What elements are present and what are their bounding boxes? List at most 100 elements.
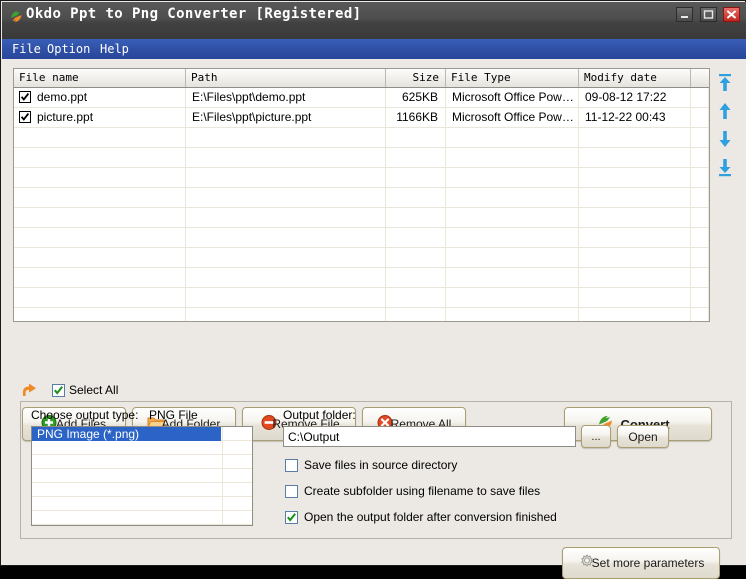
open-folder-after-checkbox[interactable] — [285, 511, 298, 524]
cell-empty — [579, 188, 691, 207]
table-row-empty[interactable] — [14, 308, 709, 321]
output-folder-input[interactable] — [283, 426, 576, 447]
output-type-option-empty[interactable] — [32, 511, 252, 525]
cell-file-type: Microsoft Office PowerP... — [446, 88, 579, 107]
cell-empty — [386, 268, 446, 287]
table-row[interactable]: picture.ppt E:\Files\ppt\picture.ppt 1166K… — [14, 108, 709, 128]
table-row-empty[interactable] — [14, 288, 709, 308]
cell-empty — [579, 228, 691, 247]
cell-file-type: Microsoft Office PowerP... — [446, 108, 579, 127]
cell-empty — [691, 268, 709, 287]
cell-empty — [186, 268, 386, 287]
cell-empty — [579, 128, 691, 147]
cell-empty — [14, 188, 186, 207]
cell-file-name: picture.ppt — [14, 108, 186, 127]
cell-empty — [579, 208, 691, 227]
cell-file-name: demo.ppt — [14, 88, 186, 107]
cell-empty — [579, 168, 691, 187]
column-header-extra[interactable] — [691, 69, 709, 87]
output-type-option-empty[interactable] — [32, 483, 252, 497]
table-row-empty[interactable] — [14, 188, 709, 208]
cell-empty — [186, 188, 386, 207]
client-area: File name Path Size File Type Modify dat… — [2, 59, 746, 579]
cell-empty — [386, 248, 446, 267]
menu-item-file[interactable]: File — [9, 42, 44, 56]
table-row-empty[interactable] — [14, 268, 709, 288]
move-down-icon[interactable] — [714, 128, 736, 150]
cell-empty — [386, 208, 446, 227]
cell-empty — [446, 268, 579, 287]
cell-empty — [691, 188, 709, 207]
cell-empty — [14, 268, 186, 287]
browse-folder-label: ... — [591, 430, 601, 443]
create-subfolder-checkbox[interactable] — [285, 485, 298, 498]
maximize-button[interactable] — [699, 7, 717, 22]
move-to-bottom-icon[interactable] — [714, 156, 736, 178]
cell-empty — [386, 308, 446, 321]
cell-empty — [691, 308, 709, 321]
output-type-option-empty[interactable] — [32, 497, 252, 511]
cell-empty — [386, 128, 446, 147]
output-type-list[interactable]: PNG Image (*.png) — [31, 426, 253, 526]
close-button[interactable] — [723, 7, 740, 22]
output-type-option-label: PNG Image (*.png) — [37, 427, 140, 441]
open-folder-button[interactable]: Open — [617, 425, 669, 448]
table-row[interactable]: demo.ppt E:\Files\ppt\demo.ppt 625KB Micros… — [14, 88, 709, 108]
output-options-group: Choose output type: PNG File PNG Image (… — [20, 401, 732, 579]
title-bar: Okdo Ppt to Png Converter [Registered] — [2, 2, 746, 39]
column-header-file-type[interactable]: File Type — [446, 69, 579, 87]
cell-empty — [691, 208, 709, 227]
move-up-icon[interactable] — [714, 100, 736, 122]
minimize-button[interactable] — [676, 7, 694, 22]
column-header-path[interactable]: Path — [186, 69, 386, 87]
cell-modify-date: 11-12-22 00:43 — [579, 108, 691, 127]
output-type-option[interactable]: PNG Image (*.png) — [32, 427, 252, 441]
column-header-modify-date[interactable]: Modify date — [579, 69, 691, 87]
move-to-top-icon[interactable] — [714, 72, 736, 94]
table-row-empty[interactable] — [14, 128, 709, 148]
cell-empty — [386, 168, 446, 187]
row-checkbox[interactable] — [19, 111, 31, 123]
row-checkbox[interactable] — [19, 91, 31, 103]
save-in-source-label: Save files in source directory — [304, 458, 458, 472]
cell-extra — [691, 108, 709, 127]
table-row-empty[interactable] — [14, 208, 709, 228]
table-row-empty[interactable] — [14, 248, 709, 268]
output-type-option-empty[interactable] — [32, 455, 252, 469]
cell-empty — [691, 248, 709, 267]
file-list[interactable]: File name Path Size File Type Modify dat… — [13, 68, 710, 322]
column-header-file-name[interactable]: File name — [14, 69, 186, 87]
browse-folder-button[interactable]: ... — [581, 425, 611, 448]
cell-empty — [14, 128, 186, 147]
cell-empty — [579, 308, 691, 321]
table-row-empty[interactable] — [14, 148, 709, 168]
cell-path: E:\Files\ppt\picture.ppt — [186, 108, 386, 127]
menu-item-help[interactable]: Help — [97, 42, 132, 56]
table-row-empty[interactable] — [14, 228, 709, 248]
cell-empty — [14, 228, 186, 247]
output-type-option-empty[interactable] — [32, 441, 252, 455]
output-type-rows: PNG Image (*.png) — [32, 427, 252, 525]
cell-empty — [446, 188, 579, 207]
cell-empty — [14, 148, 186, 167]
cell-size: 1166KB — [386, 108, 446, 127]
set-more-parameters-button[interactable]: Set more parameters — [562, 547, 720, 579]
save-in-source-checkbox[interactable] — [285, 459, 298, 472]
reorder-buttons — [714, 72, 740, 182]
menu-item-option[interactable]: Option — [44, 42, 93, 56]
select-all-checkbox[interactable] — [52, 384, 65, 397]
menu-bar: File Option Help — [2, 39, 746, 59]
cell-empty — [386, 188, 446, 207]
column-header-size[interactable]: Size — [386, 69, 446, 87]
table-row-empty[interactable] — [14, 168, 709, 188]
cell-empty — [186, 148, 386, 167]
cell-empty — [446, 148, 579, 167]
cell-empty — [186, 128, 386, 147]
orange-up-arrow-icon — [20, 381, 40, 399]
file-list-body: demo.ppt E:\Files\ppt\demo.ppt 625KB Micros… — [14, 88, 709, 321]
cell-empty — [186, 288, 386, 307]
cell-empty — [691, 288, 709, 307]
cell-empty — [186, 228, 386, 247]
cell-path: E:\Files\ppt\demo.ppt — [186, 88, 386, 107]
output-type-option-empty[interactable] — [32, 469, 252, 483]
